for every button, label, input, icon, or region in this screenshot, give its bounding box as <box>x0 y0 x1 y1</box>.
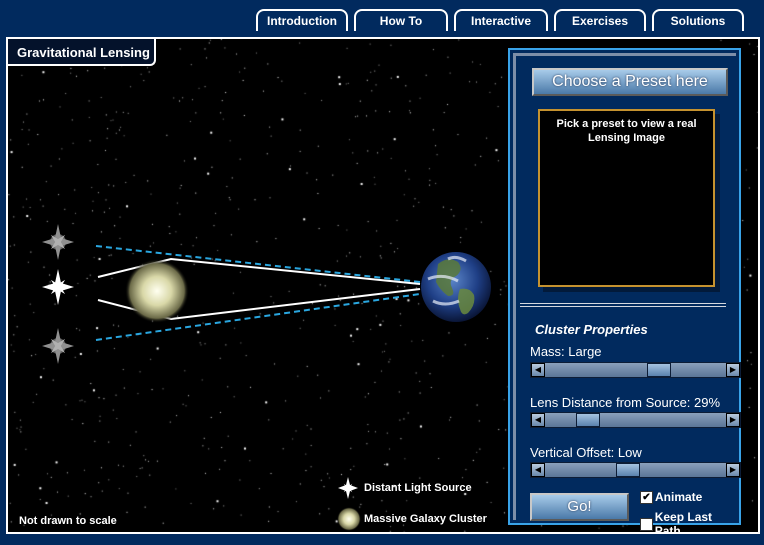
tab-how-to[interactable]: How To <box>354 9 448 31</box>
legend-galaxy-cluster-label: Massive Galaxy Cluster <box>364 513 487 525</box>
simulation-frame: Gravitational Lensing Distant Light Sour… <box>6 37 760 534</box>
galaxy-cluster <box>125 259 189 323</box>
divider-bottom <box>520 306 726 307</box>
mass-slider-thumb[interactable] <box>647 363 672 377</box>
cluster-properties-heading: Cluster Properties <box>535 322 648 337</box>
mass-slider-right-arrow-icon[interactable]: ▶ <box>726 363 740 377</box>
galaxy-cluster-icon <box>337 507 361 531</box>
choose-preset-button[interactable]: Choose a Preset here <box>532 68 728 96</box>
scene-title: Gravitational Lensing <box>8 39 156 66</box>
vertical-offset-slider-left-arrow-icon[interactable]: ◀ <box>531 463 545 477</box>
lens-distance-slider-right-arrow-icon[interactable]: ▶ <box>726 413 740 427</box>
apparent-star-image-top <box>42 224 74 260</box>
legend-light-source: Distant Light Source <box>336 476 472 500</box>
animate-label: Animate <box>655 490 703 504</box>
legend-light-source-label: Distant Light Source <box>364 482 472 494</box>
vertical-offset-label: Vertical Offset: Low <box>530 445 642 460</box>
preview-text: Pick a preset to view a real Lensing Ima… <box>556 118 697 144</box>
apparent-star-image-bottom <box>42 328 74 364</box>
tab-interactive[interactable]: Interactive <box>454 9 548 31</box>
mass-label: Mass: Large <box>530 344 602 359</box>
tab-solutions[interactable]: Solutions <box>652 9 744 31</box>
vertical-offset-slider-right-arrow-icon[interactable]: ▶ <box>726 463 740 477</box>
animate-checkbox[interactable]: ✔ <box>640 490 653 504</box>
legend-galaxy-cluster: Massive Galaxy Cluster <box>336 506 487 532</box>
go-button[interactable]: Go! <box>530 493 629 521</box>
keep-last-path-label: Keep Last Path <box>654 510 713 534</box>
mass-slider[interactable]: ◀ ▶ <box>530 362 741 378</box>
distant-light-source-star <box>42 269 74 305</box>
tab-exercises[interactable]: Exercises <box>554 9 646 31</box>
animate-checkbox-row[interactable]: ✔ Animate <box>640 490 702 504</box>
divider-top <box>520 303 726 304</box>
mass-slider-left-arrow-icon[interactable]: ◀ <box>531 363 545 377</box>
vertical-offset-slider[interactable]: ◀ ▶ <box>530 462 741 478</box>
lens-distance-slider-thumb[interactable] <box>576 413 601 427</box>
lens-distance-slider[interactable]: ◀ ▶ <box>530 412 741 428</box>
vertical-offset-slider-thumb[interactable] <box>615 463 640 477</box>
keep-last-path-checkbox-row[interactable]: Keep Last Path <box>640 510 739 534</box>
preset-preview-box: Pick a preset to view a real Lensing Ima… <box>538 109 715 287</box>
lens-distance-slider-left-arrow-icon[interactable]: ◀ <box>531 413 545 427</box>
keep-last-path-checkbox[interactable] <box>640 517 653 531</box>
scale-note: Not drawn to scale <box>19 515 117 527</box>
tab-introduction[interactable]: Introduction <box>256 9 348 31</box>
control-panel: Choose a Preset here Pick a preset to vi… <box>508 48 741 532</box>
light-source-star-icon <box>338 477 358 499</box>
lens-distance-label: Lens Distance from Source: 29% <box>530 395 721 410</box>
earth <box>421 252 491 322</box>
